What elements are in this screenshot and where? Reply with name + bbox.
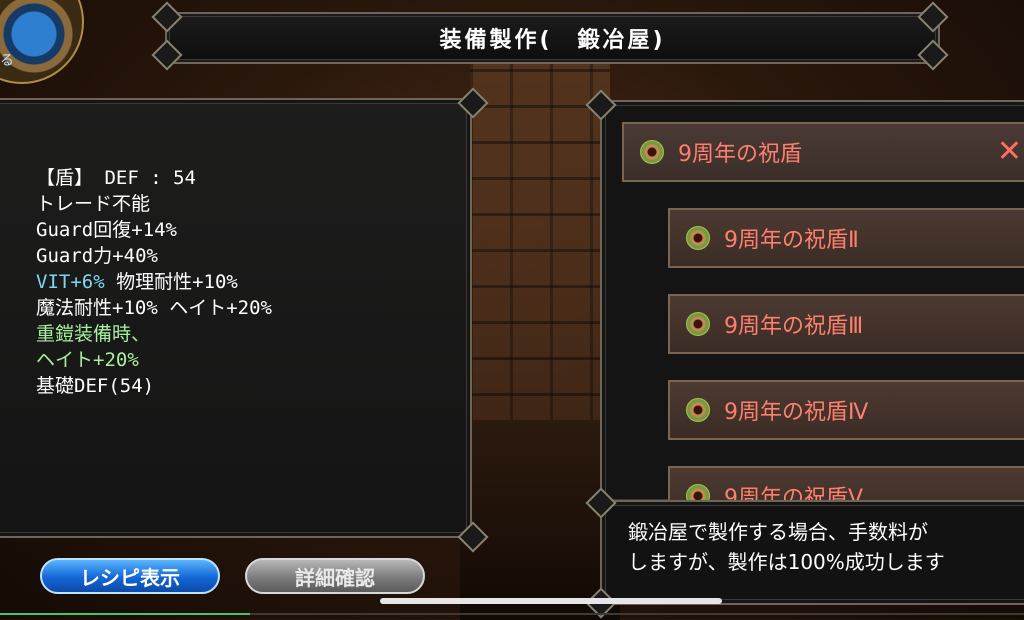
item-stats: 【盾】 DEF : 54 トレード不能 Guard回復+14% Guard力+4… [36, 165, 272, 399]
stat-condition-bonus: ヘイト+20% [36, 349, 139, 371]
close-icon[interactable]: ✕ [997, 134, 1022, 169]
list-item[interactable]: 9周年の祝盾Ⅱ [668, 208, 1024, 268]
stat-physical-resist: 物理耐性+10% [104, 271, 238, 293]
stat-guard-recovery: Guard回復+14% [36, 219, 177, 241]
message-line: 鍛冶屋で製作する場合、手数料が [628, 520, 928, 544]
list-item[interactable]: 9周年の祝盾 ✕ [622, 122, 1024, 182]
stat-guard-power: Guard力+40% [36, 245, 158, 267]
menu-emblem-label: る [0, 53, 14, 69]
item-detail-panel: 【盾】 DEF : 54 トレード不能 Guard回復+14% Guard力+4… [0, 98, 472, 538]
shield-gem-icon [640, 140, 664, 164]
stat-trade: トレード不能 [36, 193, 151, 215]
stat-base-def: 基礎DEF(54) [36, 375, 155, 397]
list-item-label: 9周年の祝盾Ⅲ [724, 314, 864, 339]
message-line: しますが、製作は100%成功します [628, 550, 945, 574]
stat-vit: VIT+6% [36, 271, 105, 293]
stat-vit-physical: VIT+6% 物理耐性+10% [36, 269, 272, 295]
stat-magic-hate: 魔法耐性+10% ヘイト+20% [36, 297, 272, 319]
list-item[interactable]: 9周年の祝盾Ⅳ [668, 380, 1024, 440]
shield-gem-icon [686, 312, 710, 336]
title-bar: 装備製作( 鍛冶屋) [165, 12, 940, 64]
recipe-display-button[interactable]: レシピ表示 [40, 558, 220, 594]
shield-gem-icon [686, 226, 710, 250]
recipe-list-panel: 9周年の祝盾 ✕ 9周年の祝盾Ⅱ 9周年の祝盾Ⅲ 9周年の祝盾Ⅳ 9周年の祝盾Ⅴ [600, 100, 1024, 505]
progress-fill [0, 613, 250, 615]
list-item-label: 9周年の祝盾Ⅱ [724, 228, 859, 253]
home-indicator[interactable] [380, 598, 722, 604]
detail-check-button[interactable]: 詳細確認 [245, 558, 425, 594]
stat-type-def: 【盾】 DEF : 54 [36, 167, 196, 189]
list-item-label: 9周年の祝盾 [678, 142, 802, 167]
shield-gem-icon [686, 398, 710, 422]
page-title: 装備製作( 鍛冶屋) [439, 28, 666, 53]
list-item-label: 9周年の祝盾Ⅳ [724, 400, 869, 425]
message-box: 鍛冶屋で製作する場合、手数料が しますが、製作は100%成功します [600, 500, 1024, 605]
list-item[interactable]: 9周年の祝盾Ⅲ [668, 294, 1024, 354]
stat-condition: 重鎧装備時、 [36, 323, 151, 345]
background-floor [460, 420, 620, 620]
menu-emblem-icon[interactable] [0, 0, 84, 84]
